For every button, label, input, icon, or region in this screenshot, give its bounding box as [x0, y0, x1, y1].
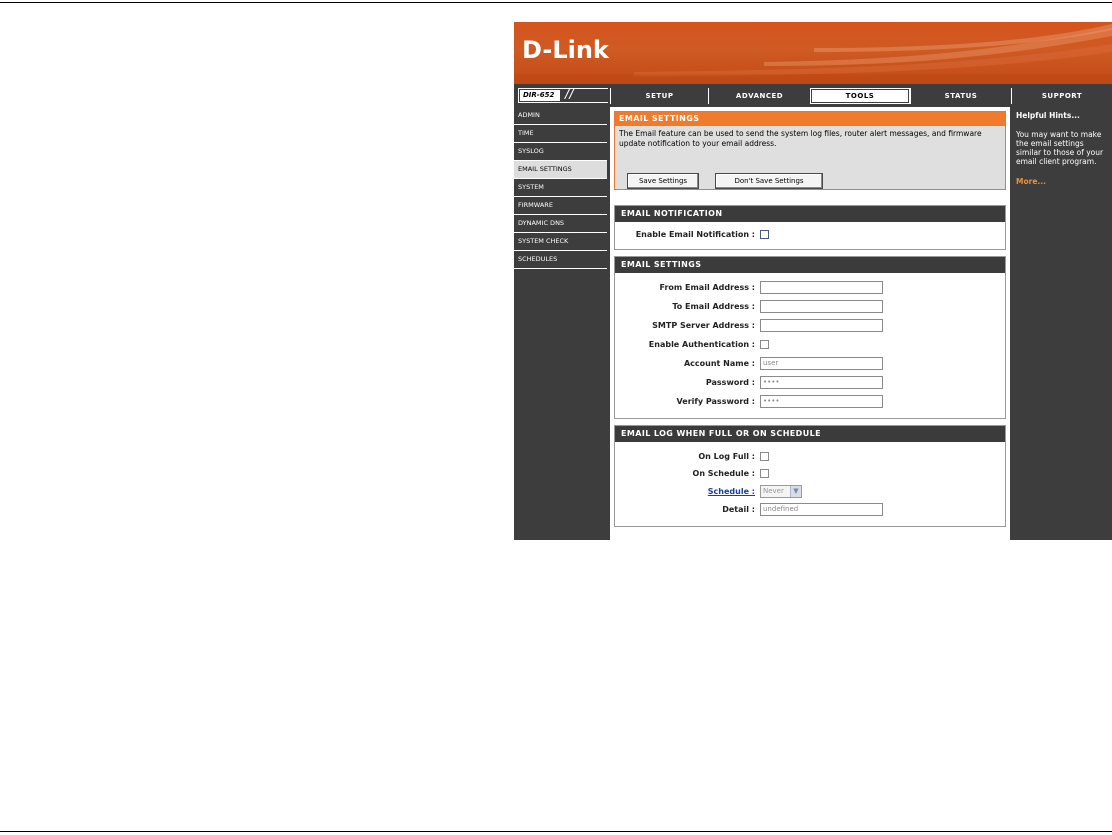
- top-navigation: DIR-652 // SETUP ADVANCED TOOLS STATUS S…: [514, 86, 1112, 105]
- from-email-row: From Email Address :: [615, 281, 1005, 295]
- enable-auth-checkbox[interactable]: [760, 340, 769, 349]
- account-name-label: Account Name :: [683, 359, 755, 368]
- enable-auth-row: Enable Authentication :: [615, 338, 1005, 352]
- model-badge: DIR-652 //: [518, 87, 608, 103]
- from-email-field[interactable]: [760, 281, 883, 294]
- dont-save-settings-button[interactable]: Don't Save Settings: [715, 173, 823, 189]
- chevron-down-icon: ▼: [790, 486, 801, 497]
- password-label: Password :: [705, 378, 755, 387]
- on-schedule-label: On Schedule :: [692, 469, 755, 478]
- save-settings-button[interactable]: Save Settings: [627, 173, 699, 189]
- sidebar-item-dynamic-dns[interactable]: DYNAMIC DNS: [514, 215, 607, 233]
- to-email-row: To Email Address :: [615, 300, 1005, 314]
- brand-banner: D-Link: [514, 22, 1112, 84]
- on-log-full-checkbox[interactable]: [760, 452, 769, 461]
- hints-more-link[interactable]: More...: [1012, 166, 1112, 186]
- enable-auth-label: Enable Authentication :: [648, 340, 755, 349]
- sidebar-item-firmware[interactable]: FIRMWARE: [514, 197, 607, 215]
- to-email-field[interactable]: [760, 300, 883, 313]
- sidebar-item-system[interactable]: SYSTEM: [514, 179, 607, 197]
- dlink-logo: D-Link: [522, 36, 609, 64]
- on-schedule-row: On Schedule :: [615, 467, 1005, 481]
- email-notification-title: EMAIL NOTIFICATION: [615, 206, 1005, 222]
- sidebar-item-admin[interactable]: ADMIN: [514, 107, 607, 125]
- schedule-row: Schedule : Never ▼: [615, 485, 1005, 499]
- detail-label: Detail :: [722, 505, 755, 514]
- verify-password-row: Verify Password : ••••: [615, 395, 1005, 409]
- tab-tools[interactable]: TOOLS: [810, 88, 910, 104]
- router-admin-window: D-Link DIR-652 // SETUP ADVANCED TOOLS S…: [514, 22, 1112, 540]
- email-notification-section: EMAIL NOTIFICATION Enable Email Notifica…: [614, 205, 1006, 250]
- tab-support[interactable]: SUPPORT: [1011, 88, 1112, 104]
- smtp-server-label: SMTP Server Address :: [652, 321, 755, 330]
- account-name-row: Account Name : user: [615, 357, 1005, 371]
- tab-advanced[interactable]: ADVANCED: [708, 88, 810, 104]
- sidebar-item-email-settings[interactable]: EMAIL SETTINGS: [514, 161, 607, 179]
- on-schedule-checkbox[interactable]: [760, 469, 769, 478]
- sidebar-item-system-check[interactable]: SYSTEM CHECK: [514, 233, 607, 251]
- hints-title: Helpful Hints...: [1016, 111, 1080, 120]
- sidebar-item-time[interactable]: TIME: [514, 125, 607, 143]
- hints-text: You may want to make the email settings …: [1016, 130, 1104, 166]
- password-row: Password : ••••: [615, 376, 1005, 390]
- to-email-label: To Email Address :: [672, 302, 755, 311]
- schedule-select[interactable]: Never ▼: [760, 485, 802, 498]
- email-log-schedule-section: EMAIL LOG WHEN FULL OR ON SCHEDULE On Lo…: [614, 425, 1006, 527]
- password-field[interactable]: ••••: [760, 376, 883, 389]
- intro-title: EMAIL SETTINGS: [615, 112, 1005, 126]
- tab-status[interactable]: STATUS: [910, 88, 1011, 104]
- model-name: DIR-652: [520, 90, 560, 101]
- smtp-server-row: SMTP Server Address :: [615, 319, 1005, 333]
- email-settings-title: EMAIL SETTINGS: [615, 257, 1005, 273]
- intro-description: The Email feature can be used to send th…: [619, 129, 982, 148]
- detail-field[interactable]: undefined: [760, 503, 883, 516]
- main-content: EMAIL SETTINGS The Email feature can be …: [610, 107, 1010, 540]
- sidebar-menu: ADMIN TIME SYSLOG EMAIL SETTINGS SYSTEM …: [514, 107, 607, 540]
- tab-setup[interactable]: SETUP: [610, 88, 708, 104]
- enable-notification-label: Enable Email Notification :: [635, 230, 755, 239]
- schedule-link[interactable]: Schedule :: [708, 487, 755, 496]
- verify-password-label: Verify Password :: [676, 397, 755, 406]
- detail-row: Detail : undefined: [615, 503, 1005, 517]
- email-settings-intro-box: EMAIL SETTINGS The Email feature can be …: [614, 111, 1006, 190]
- sidebar-item-schedules[interactable]: SCHEDULES: [514, 251, 607, 269]
- schedule-select-value: Never: [763, 487, 784, 495]
- from-email-label: From Email Address :: [659, 283, 755, 292]
- on-log-full-label: On Log Full :: [698, 452, 755, 461]
- verify-password-field[interactable]: ••••: [760, 395, 883, 408]
- on-log-full-row: On Log Full :: [615, 450, 1005, 464]
- email-settings-section: EMAIL SETTINGS From Email Address : To E…: [614, 256, 1006, 419]
- email-log-schedule-title: EMAIL LOG WHEN FULL OR ON SCHEDULE: [615, 426, 1005, 442]
- smtp-server-field[interactable]: [760, 319, 883, 332]
- page-bottom-rule: [0, 831, 1112, 832]
- account-name-field[interactable]: user: [760, 357, 883, 370]
- model-separator: //: [565, 87, 574, 102]
- enable-notification-checkbox[interactable]: [760, 230, 769, 239]
- page-top-rule: [0, 2, 1112, 3]
- sidebar-item-syslog[interactable]: SYSLOG: [514, 143, 607, 161]
- helpful-hints-panel: Helpful Hints... You may want to make th…: [1012, 107, 1112, 540]
- enable-notification-row: Enable Email Notification :: [615, 228, 1005, 242]
